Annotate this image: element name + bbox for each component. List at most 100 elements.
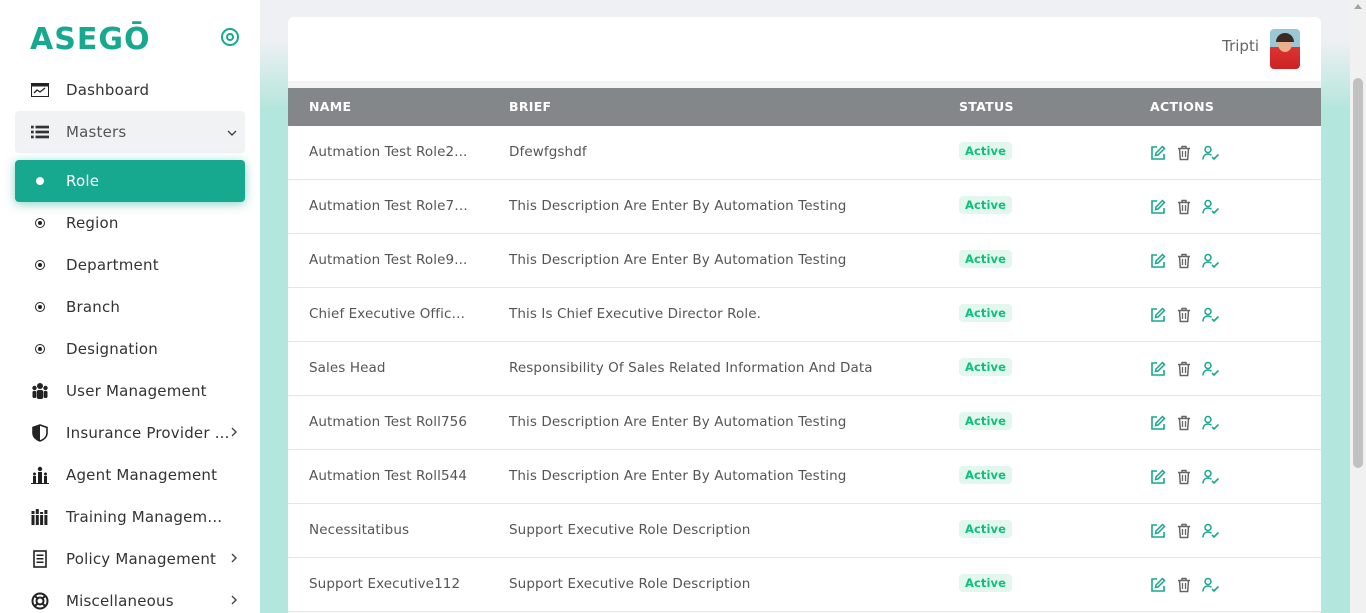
edit-icon[interactable] bbox=[1150, 469, 1166, 485]
sidebar-item-label: Department bbox=[66, 256, 159, 274]
sidebar-toggle-icon[interactable] bbox=[221, 28, 239, 46]
delete-icon[interactable] bbox=[1177, 253, 1193, 269]
role-name: Autmation Test Role2... bbox=[309, 144, 468, 160]
delete-icon[interactable] bbox=[1177, 415, 1193, 431]
sidebar-item-label: Dashboard bbox=[66, 81, 150, 99]
assign-user-icon[interactable] bbox=[1202, 199, 1220, 215]
list-icon bbox=[31, 123, 49, 141]
table-row: Autmation Test Roll544 This Description … bbox=[288, 450, 1321, 504]
status-badge: Active bbox=[959, 466, 1013, 484]
role-name: Autmation Test Role715 bbox=[309, 198, 469, 214]
column-header-actions: ACTIONS bbox=[1150, 99, 1215, 114]
scroll-up-arrow-icon[interactable] bbox=[1354, 4, 1362, 9]
delete-icon[interactable] bbox=[1177, 145, 1193, 161]
role-name: Support Executive112 bbox=[309, 576, 461, 592]
delete-icon[interactable] bbox=[1177, 469, 1193, 485]
role-brief: This Description Are Enter By Automation… bbox=[509, 468, 847, 484]
sidebar-item-region[interactable]: Region bbox=[15, 202, 245, 244]
brand-logo[interactable]: ASEGŌ bbox=[30, 22, 150, 57]
sidebar-item-label: Branch bbox=[66, 298, 121, 316]
column-header-brief[interactable]: BRIEF bbox=[509, 99, 551, 114]
role-brief: Dfewfgshdf bbox=[509, 144, 587, 160]
sidebar-item-insurance-provider[interactable]: Insurance Provider ... bbox=[15, 412, 245, 454]
status-badge: Active bbox=[959, 520, 1013, 538]
status-badge: Active bbox=[959, 412, 1013, 430]
status-badge: Active bbox=[959, 250, 1013, 268]
sidebar-item-label: Insurance Provider ... bbox=[66, 424, 230, 442]
status-badge: Active bbox=[959, 304, 1013, 322]
assign-user-icon[interactable] bbox=[1202, 361, 1220, 377]
books-icon bbox=[31, 508, 49, 526]
shield-icon bbox=[31, 424, 49, 442]
sidebar-item-policy-management[interactable]: Policy Management bbox=[15, 538, 245, 580]
edit-icon[interactable] bbox=[1150, 415, 1166, 431]
dot-icon bbox=[31, 340, 49, 358]
table-row: Autmation Test Role9... This Description… bbox=[288, 234, 1321, 288]
sidebar-item-branch[interactable]: Branch bbox=[15, 286, 245, 328]
edit-icon[interactable] bbox=[1150, 523, 1166, 539]
divider bbox=[288, 81, 1321, 88]
role-name: Chief Executive Office... bbox=[309, 306, 469, 322]
edit-icon[interactable] bbox=[1150, 253, 1166, 269]
table-body: Autmation Test Role2... Dfewfgshdf Activ… bbox=[288, 126, 1321, 612]
sidebar-item-label: Region bbox=[66, 214, 119, 232]
column-header-status[interactable]: STATUS bbox=[959, 99, 1014, 114]
sidebar-item-designation[interactable]: Designation bbox=[15, 328, 245, 370]
delete-icon[interactable] bbox=[1177, 523, 1193, 539]
agents-icon bbox=[31, 466, 49, 484]
role-name: Autmation Test Roll756 bbox=[309, 414, 468, 430]
sidebar-item-label: Agent Management bbox=[66, 466, 218, 484]
lifebuoy-icon bbox=[31, 592, 49, 610]
chevron-down-icon bbox=[227, 125, 237, 139]
sidebar-item-dashboard[interactable]: Dashboard bbox=[15, 69, 245, 111]
table-row: Autmation Test Roll756 This Description … bbox=[288, 396, 1321, 450]
assign-user-icon[interactable] bbox=[1202, 145, 1220, 161]
delete-icon[interactable] bbox=[1177, 199, 1193, 215]
sidebar-item-role[interactable]: Role bbox=[15, 160, 245, 202]
edit-icon[interactable] bbox=[1150, 145, 1166, 161]
chevron-right-icon bbox=[231, 426, 237, 440]
status-badge: Active bbox=[959, 196, 1013, 214]
table-header: NAME BRIEF STATUS ACTIONS bbox=[288, 88, 1321, 126]
sidebar-item-masters[interactable]: Masters bbox=[15, 111, 245, 153]
assign-user-icon[interactable] bbox=[1202, 307, 1220, 323]
assign-user-icon[interactable] bbox=[1202, 415, 1220, 431]
scrollbar-thumb[interactable] bbox=[1353, 78, 1363, 468]
sidebar: ASEGŌ Dashboard Masters Role Region Depa… bbox=[0, 0, 260, 613]
assign-user-icon[interactable] bbox=[1202, 523, 1220, 539]
role-brief: Support Executive Role Description bbox=[509, 522, 751, 538]
sidebar-item-user-management[interactable]: User Management bbox=[15, 370, 245, 412]
delete-icon[interactable] bbox=[1177, 577, 1193, 593]
role-brief: Responsibility Of Sales Related Informat… bbox=[509, 360, 873, 376]
dot-icon bbox=[31, 172, 49, 190]
role-name: Autmation Test Role9... bbox=[309, 252, 468, 268]
sidebar-item-label: Miscellaneous bbox=[66, 592, 174, 610]
delete-icon[interactable] bbox=[1177, 361, 1193, 377]
delete-icon[interactable] bbox=[1177, 307, 1193, 323]
assign-user-icon[interactable] bbox=[1202, 469, 1220, 485]
sidebar-item-agent-management[interactable]: Agent Management bbox=[15, 454, 245, 496]
vertical-scrollbar[interactable] bbox=[1350, 0, 1366, 613]
sidebar-item-department[interactable]: Department bbox=[15, 244, 245, 286]
sidebar-item-miscellaneous[interactable]: Miscellaneous bbox=[15, 580, 245, 613]
sidebar-item-training-management[interactable]: Training Managem... bbox=[15, 496, 245, 538]
table-row: Sales Head Responsibility Of Sales Relat… bbox=[288, 342, 1321, 396]
sidebar-item-label: Role bbox=[66, 172, 100, 190]
top-header: Tripti bbox=[288, 17, 1321, 81]
dot-icon bbox=[31, 298, 49, 316]
assign-user-icon[interactable] bbox=[1202, 577, 1220, 593]
assign-user-icon[interactable] bbox=[1202, 253, 1220, 269]
status-badge: Active bbox=[959, 574, 1013, 592]
edit-icon[interactable] bbox=[1150, 577, 1166, 593]
table-row: Chief Executive Office... This Is Chief … bbox=[288, 288, 1321, 342]
edit-icon[interactable] bbox=[1150, 361, 1166, 377]
column-header-name[interactable]: NAME bbox=[309, 99, 351, 114]
dot-icon bbox=[31, 256, 49, 274]
users-icon bbox=[31, 382, 49, 400]
edit-icon[interactable] bbox=[1150, 199, 1166, 215]
edit-icon[interactable] bbox=[1150, 307, 1166, 323]
role-brief: This Description Are Enter By Automation… bbox=[509, 252, 847, 268]
user-name[interactable]: Tripti bbox=[1222, 37, 1259, 55]
role-brief: Support Executive Role Description bbox=[509, 576, 751, 592]
avatar[interactable] bbox=[1270, 29, 1300, 69]
